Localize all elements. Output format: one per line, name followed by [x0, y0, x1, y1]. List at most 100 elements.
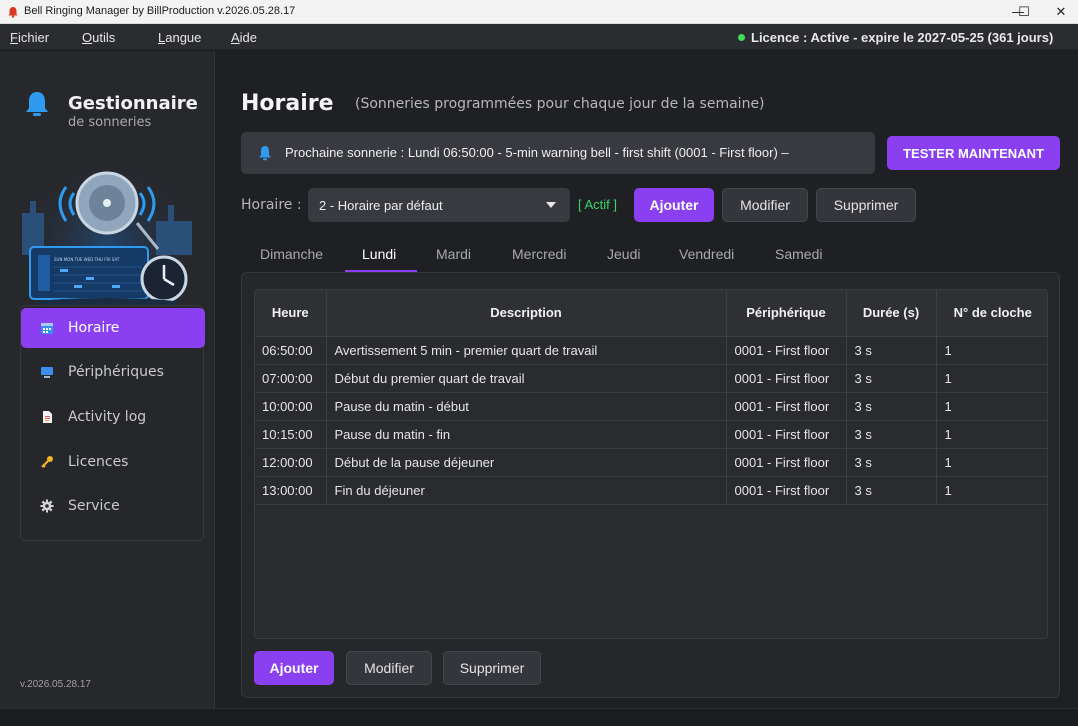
column-header-duree[interactable]: Durée (s) — [846, 290, 937, 337]
add-ring-button[interactable]: Ajouter — [254, 651, 334, 685]
cell-duration: 3 s — [846, 448, 937, 477]
cell-device: 0001 - First floor — [726, 336, 847, 365]
page-subtitle: (Sonneries programmées pour chaque jour … — [355, 96, 765, 112]
cell-bell-number: 1 — [936, 476, 1047, 505]
cell-bell-number: 1 — [936, 420, 1047, 449]
bell-icon — [259, 146, 271, 161]
menu-aide[interactable]: Aide — [231, 30, 257, 45]
schedule-status-badge: [ Actif ] — [578, 197, 618, 212]
test-now-button[interactable]: TESTER MAINTENANT — [887, 136, 1060, 170]
sidebar-item-label: Licences — [68, 454, 129, 470]
bell-app-icon — [8, 7, 18, 18]
table-row[interactable]: 06:50:00 Avertissement 5 min - premier q… — [255, 336, 1047, 365]
sidebar-item-label: Service — [68, 498, 120, 514]
menu-aide-mnemonic: A — [231, 30, 240, 45]
cell-bell-number: 1 — [936, 364, 1047, 393]
window-title: Bell Ringing Manager by BillProduction v… — [24, 5, 296, 17]
close-button[interactable]: ✕ — [1044, 0, 1078, 24]
sidebar-item-licences[interactable]: Licences — [21, 442, 205, 482]
app-version: v.2026.05.28.17 — [20, 679, 91, 690]
table-row[interactable]: 12:00:00 Début de la pause déjeuner 0001… — [255, 448, 1047, 477]
maximize-button[interactable]: ☐ — [1004, 0, 1044, 24]
column-header-heure[interactable]: Heure — [255, 290, 327, 337]
sidebar-nav: Horaire Périphériques Activity log Licen… — [20, 305, 205, 541]
status-dot-icon — [738, 34, 745, 41]
licence-text: Licence : Active - expire le 2027-05-25 … — [751, 30, 1054, 45]
cell-description: Début du premier quart de travail — [326, 364, 727, 393]
tab-samedi[interactable]: Samedi — [775, 246, 822, 262]
tab-jeudi[interactable]: Jeudi — [607, 246, 640, 262]
cell-description: Pause du matin - fin — [326, 420, 727, 449]
sidebar-item-horaire[interactable]: Horaire — [21, 308, 205, 348]
gear-icon — [39, 498, 55, 514]
bell-factory-illustration-icon: SUN MON TUE WED THU FRI SAT — [17, 157, 197, 313]
schedule-select[interactable]: 2 - Horaire par défaut — [308, 188, 570, 222]
sidebar-item-activity-log[interactable]: Activity log — [21, 397, 205, 437]
cell-time: 12:00:00 — [255, 448, 327, 477]
menu-fichier[interactable]: Fichier — [10, 30, 49, 45]
menu-outils-label: utils — [92, 30, 116, 45]
menu-langue[interactable]: Langue — [158, 30, 201, 45]
cell-time: 10:15:00 — [255, 420, 327, 449]
tab-mardi[interactable]: Mardi — [436, 246, 471, 262]
menu-outils[interactable]: Outils — [82, 30, 115, 45]
tab-lundi[interactable]: Lundi — [362, 246, 396, 262]
column-header-peripherique[interactable]: Périphérique — [726, 290, 847, 337]
sidebar-item-peripheriques[interactable]: Périphériques — [21, 352, 205, 392]
cell-time: 13:00:00 — [255, 476, 327, 505]
hero-weekday-labels: SUN MON TUE WED THU FRI SAT — [54, 257, 120, 262]
cell-bell-number: 1 — [936, 336, 1047, 365]
cell-bell-number: 1 — [936, 448, 1047, 477]
cell-duration: 3 s — [846, 420, 937, 449]
add-schedule-button[interactable]: Ajouter — [634, 188, 714, 222]
brand-subtitle: de sonneries — [68, 115, 152, 130]
table-header-row: Heure Description Périphérique Durée (s)… — [255, 290, 1047, 337]
menu-outils-mnemonic: O — [82, 30, 93, 45]
cell-time: 10:00:00 — [255, 392, 327, 421]
tab-dimanche[interactable]: Dimanche — [260, 246, 323, 262]
cell-description: Avertissement 5 min - premier quart de t… — [326, 336, 727, 365]
cell-bell-number: 1 — [936, 392, 1047, 421]
edit-ring-button[interactable]: Modifier — [346, 651, 432, 685]
status-bar — [0, 708, 1078, 726]
menu-bar: Fichier Outils Langue Aide Licence : Act… — [0, 24, 1078, 50]
delete-schedule-button[interactable]: Supprimer — [816, 188, 916, 222]
cell-time: 07:00:00 — [255, 364, 327, 393]
menu-fichier-label: ichier — [17, 30, 50, 45]
page-title: Horaire — [241, 91, 334, 116]
bell-brand-icon — [26, 92, 48, 116]
delete-ring-button[interactable]: Supprimer — [443, 651, 541, 685]
sidebar-item-service[interactable]: Service — [21, 486, 205, 526]
cell-duration: 3 s — [846, 364, 937, 393]
column-header-numero-cloche[interactable]: N° de cloche — [936, 290, 1047, 337]
window-titlebar: Bell Ringing Manager by BillProduction v… — [0, 0, 1078, 24]
cell-description: Début de la pause déjeuner — [326, 448, 727, 477]
key-icon — [39, 454, 55, 470]
schedule-table: Heure Description Périphérique Durée (s)… — [254, 289, 1048, 639]
tab-vendredi[interactable]: Vendredi — [679, 246, 734, 262]
document-icon — [39, 409, 55, 425]
cell-device: 0001 - First floor — [726, 476, 847, 505]
schedule-selected-value: 2 - Horaire par défaut — [319, 197, 443, 213]
menu-langue-label: angue — [165, 30, 202, 45]
table-row[interactable]: 10:00:00 Pause du matin - début 0001 - F… — [255, 392, 1047, 421]
menu-fichier-mnemonic: F — [10, 30, 18, 45]
column-header-description[interactable]: Description — [326, 290, 727, 337]
ring-table: Heure Description Périphérique Durée (s)… — [255, 290, 1047, 505]
table-row[interactable]: 10:15:00 Pause du matin - fin 0001 - Fir… — [255, 420, 1047, 449]
table-row[interactable]: 13:00:00 Fin du déjeuner 0001 - First fl… — [255, 476, 1047, 505]
sidebar-item-label: Horaire — [68, 320, 120, 336]
tab-mercredi[interactable]: Mercredi — [512, 246, 566, 262]
cell-device: 0001 - First floor — [726, 448, 847, 477]
cell-device: 0001 - First floor — [726, 364, 847, 393]
table-row[interactable]: 07:00:00 Début du premier quart de trava… — [255, 364, 1047, 393]
calendar-icon — [39, 320, 55, 336]
next-ring-banner: Prochaine sonnerie : Lundi 06:50:00 - 5-… — [241, 132, 875, 174]
cell-duration: 3 s — [846, 392, 937, 421]
sidebar-item-label: Périphériques — [68, 364, 164, 380]
monitor-icon — [39, 364, 55, 380]
next-ring-text: Prochaine sonnerie : Lundi 06:50:00 - 5-… — [285, 145, 789, 160]
menu-aide-label: ide — [239, 30, 258, 45]
edit-schedule-button[interactable]: Modifier — [722, 188, 808, 222]
brand-title: Gestionnaire — [68, 93, 198, 114]
